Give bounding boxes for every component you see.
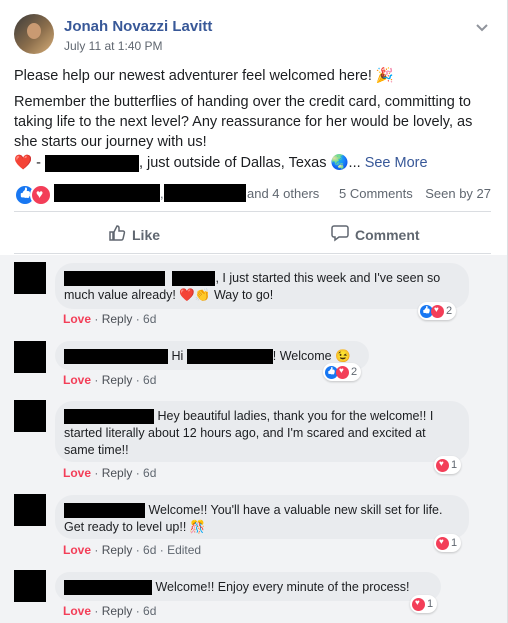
love-reaction-icon[interactable]: [30, 184, 52, 206]
comment-1-reply[interactable]: Reply: [102, 312, 133, 326]
comment-3-bubble: Hey beautiful ladies, thank you for the …: [55, 401, 469, 462]
comment-2-reactions[interactable]: 2: [323, 363, 362, 381]
comment-1-reaction-count: 2: [446, 305, 453, 317]
speech-bubble-icon: [331, 224, 349, 245]
post-actions: Like Comment: [14, 218, 491, 248]
comments-count[interactable]: 5 Comments: [339, 186, 413, 201]
redacted-commenter: [64, 580, 152, 596]
love-reaction-icon: [436, 458, 449, 472]
comment-button[interactable]: Comment: [331, 224, 420, 245]
love-reaction-icon: [431, 304, 444, 318]
comment-5-bubble: Welcome!! Enjoy every minute of the proc…: [55, 572, 441, 601]
comment-4-reply[interactable]: Reply: [102, 543, 133, 557]
comment-5-reaction-count: 1: [427, 598, 434, 610]
comment-3-meta: Love · Reply · 6d: [63, 466, 157, 480]
comment-3-reactions[interactable]: 1: [434, 456, 462, 474]
comment-5-text: Welcome!! Enjoy every minute of the proc…: [155, 580, 410, 594]
redacted-commenter: [64, 409, 154, 425]
comment-1-bubble: , I just started this week and I've seen…: [55, 263, 469, 309]
comment-5-avatar[interactable]: [14, 570, 46, 602]
comment-2-meta: Love · Reply · 6d: [63, 373, 157, 387]
divider-top: [14, 211, 491, 212]
see-more-link[interactable]: See More: [365, 155, 428, 171]
comment-4-avatar[interactable]: [14, 494, 46, 526]
post-line-3: ❤️ - , just outside of Dallas, Texas 🌏..…: [14, 153, 491, 173]
comment-4-age[interactable]: 6d: [143, 543, 156, 557]
comment-3-reaction-count: 1: [451, 459, 458, 471]
love-reaction-icon: [412, 597, 425, 611]
comment-4-love[interactable]: Love: [63, 543, 91, 557]
redacted-commenter: [64, 503, 145, 519]
thumbs-up-icon: [108, 224, 126, 245]
comment-3-love[interactable]: Love: [63, 466, 91, 480]
post-location: , just outside of Dallas, Texas 🌏...: [138, 155, 361, 171]
post-card: Jonah Novazzi Lavitt July 11 at 1:40 PM …: [0, 0, 508, 623]
comment-2-hi: Hi: [171, 349, 184, 363]
comment-1-love[interactable]: Love: [63, 312, 91, 326]
comment-4-reaction-count: 1: [451, 537, 458, 549]
comment-5-meta: Love · Reply · 6d: [63, 604, 157, 618]
love-reaction-icon: [336, 365, 349, 379]
reactions-bar: , and 4 others 5 Comments Seen by 27: [14, 182, 491, 206]
redacted-mention: [186, 349, 273, 365]
reactors-others[interactable]: and 4 others: [247, 186, 319, 201]
author-avatar[interactable]: [14, 14, 54, 54]
redacted-commenter: [64, 349, 168, 365]
comment-2-bubble: Hi ! Welcome 😉: [55, 341, 369, 370]
comment-3-reply[interactable]: Reply: [102, 466, 133, 480]
post-line-1: Please help our newest adventurer feel w…: [14, 68, 394, 84]
like-button[interactable]: Like: [108, 224, 160, 245]
redacted-reactor-2: [164, 184, 246, 202]
love-reaction-icon: [436, 536, 449, 550]
comment-1-reactions[interactable]: 2: [418, 302, 457, 320]
redacted-name: [44, 154, 139, 172]
comment-1-avatar[interactable]: [14, 262, 46, 294]
redacted-mention: [172, 271, 216, 287]
heart-emoji-prefix: ❤️ -: [14, 155, 41, 171]
comment-2-age[interactable]: 6d: [143, 373, 156, 387]
comment-2-love[interactable]: Love: [63, 373, 91, 387]
comment-5-reply[interactable]: Reply: [102, 604, 133, 618]
chevron-down-icon[interactable]: [475, 20, 489, 36]
comment-4-edited[interactable]: Edited: [167, 543, 201, 557]
redacted-reactor-1: [54, 184, 160, 202]
author-name[interactable]: Jonah Novazzi Lavitt: [64, 18, 212, 35]
comment-3-avatar[interactable]: [14, 400, 46, 432]
comment-4-meta: Love · Reply · 6d · Edited: [63, 543, 202, 557]
comment-2-reaction-count: 2: [351, 366, 358, 378]
comment-3-age[interactable]: 6d: [143, 466, 156, 480]
comment-label: Comment: [355, 226, 420, 243]
comment-4-bubble: Welcome!! You'll have a valuable new ski…: [55, 495, 469, 539]
comment-5-love[interactable]: Love: [63, 604, 91, 618]
seen-by[interactable]: Seen by 27: [425, 186, 491, 201]
comment-2-reply[interactable]: Reply: [102, 373, 133, 387]
divider-bottom: [14, 253, 491, 254]
post-timestamp[interactable]: July 11 at 1:40 PM: [64, 39, 163, 53]
post-header: Jonah Novazzi Lavitt July 11 at 1:40 PM: [14, 14, 497, 58]
like-label: Like: [132, 226, 161, 243]
redacted-commenter: [64, 271, 165, 287]
comment-4-reactions[interactable]: 1: [434, 534, 462, 552]
comment-1-meta: Love · Reply · 6d: [63, 312, 157, 326]
comment-5-age[interactable]: 6d: [143, 604, 156, 618]
comment-2-avatar[interactable]: [14, 341, 46, 373]
comment-1-age[interactable]: 6d: [143, 312, 156, 326]
comment-2-text: ! Welcome 😉: [272, 349, 351, 363]
post-line-2: Remember the butterflies of handing over…: [14, 94, 473, 150]
comment-5-reactions[interactable]: 1: [410, 595, 438, 613]
